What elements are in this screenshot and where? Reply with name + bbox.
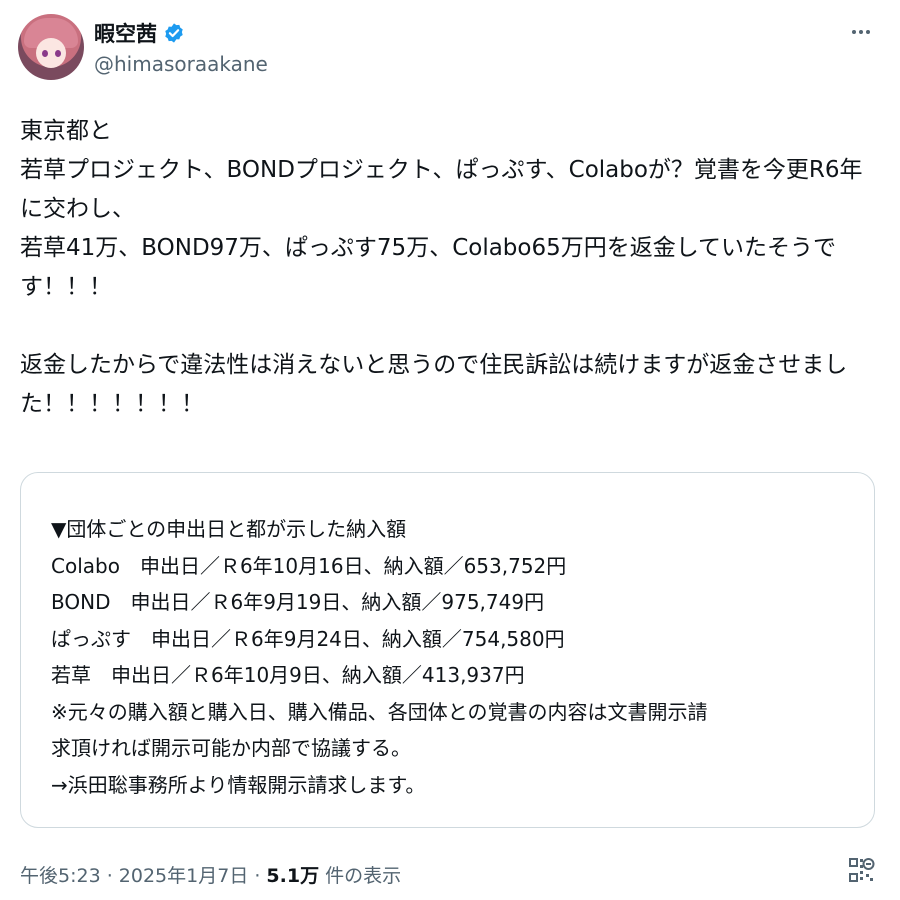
timestamp[interactable]: 午後5:23 · 2025年1月7日 · <box>20 861 260 888</box>
analytics-icon[interactable] <box>846 855 876 885</box>
verified-badge-icon <box>165 23 183 43</box>
card-text: ▼団体ごとの申出日と都が示した納入額 Colabo 申出日／Ｒ6年10月16日、… <box>51 517 708 797</box>
tweet-text: 東京都と 若草プロジェクト、BONDプロジェクト、ぱっぷす、Colaboが？覚書… <box>20 118 863 417</box>
more-options-icon[interactable] <box>846 22 876 42</box>
avatar-eye-left <box>42 50 48 57</box>
avatar[interactable] <box>18 14 84 80</box>
author-name[interactable]: 暇空茜 <box>94 18 157 48</box>
tweet-footer: 午後5:23 · 2025年1月7日 · 5.1万 件の表示 <box>20 861 401 888</box>
avatar-eye-right <box>55 50 61 57</box>
quoted-card[interactable]: ▼団体ごとの申出日と都が示した納入額 Colabo 申出日／Ｒ6年10月16日、… <box>20 472 875 828</box>
author-name-row: 暇空茜 <box>94 18 185 48</box>
avatar-face <box>36 38 66 68</box>
views-count: 5.1万 <box>266 865 320 887</box>
views-label: 件の表示 <box>325 865 402 887</box>
author-handle[interactable]: @himasoraakane <box>94 52 268 76</box>
